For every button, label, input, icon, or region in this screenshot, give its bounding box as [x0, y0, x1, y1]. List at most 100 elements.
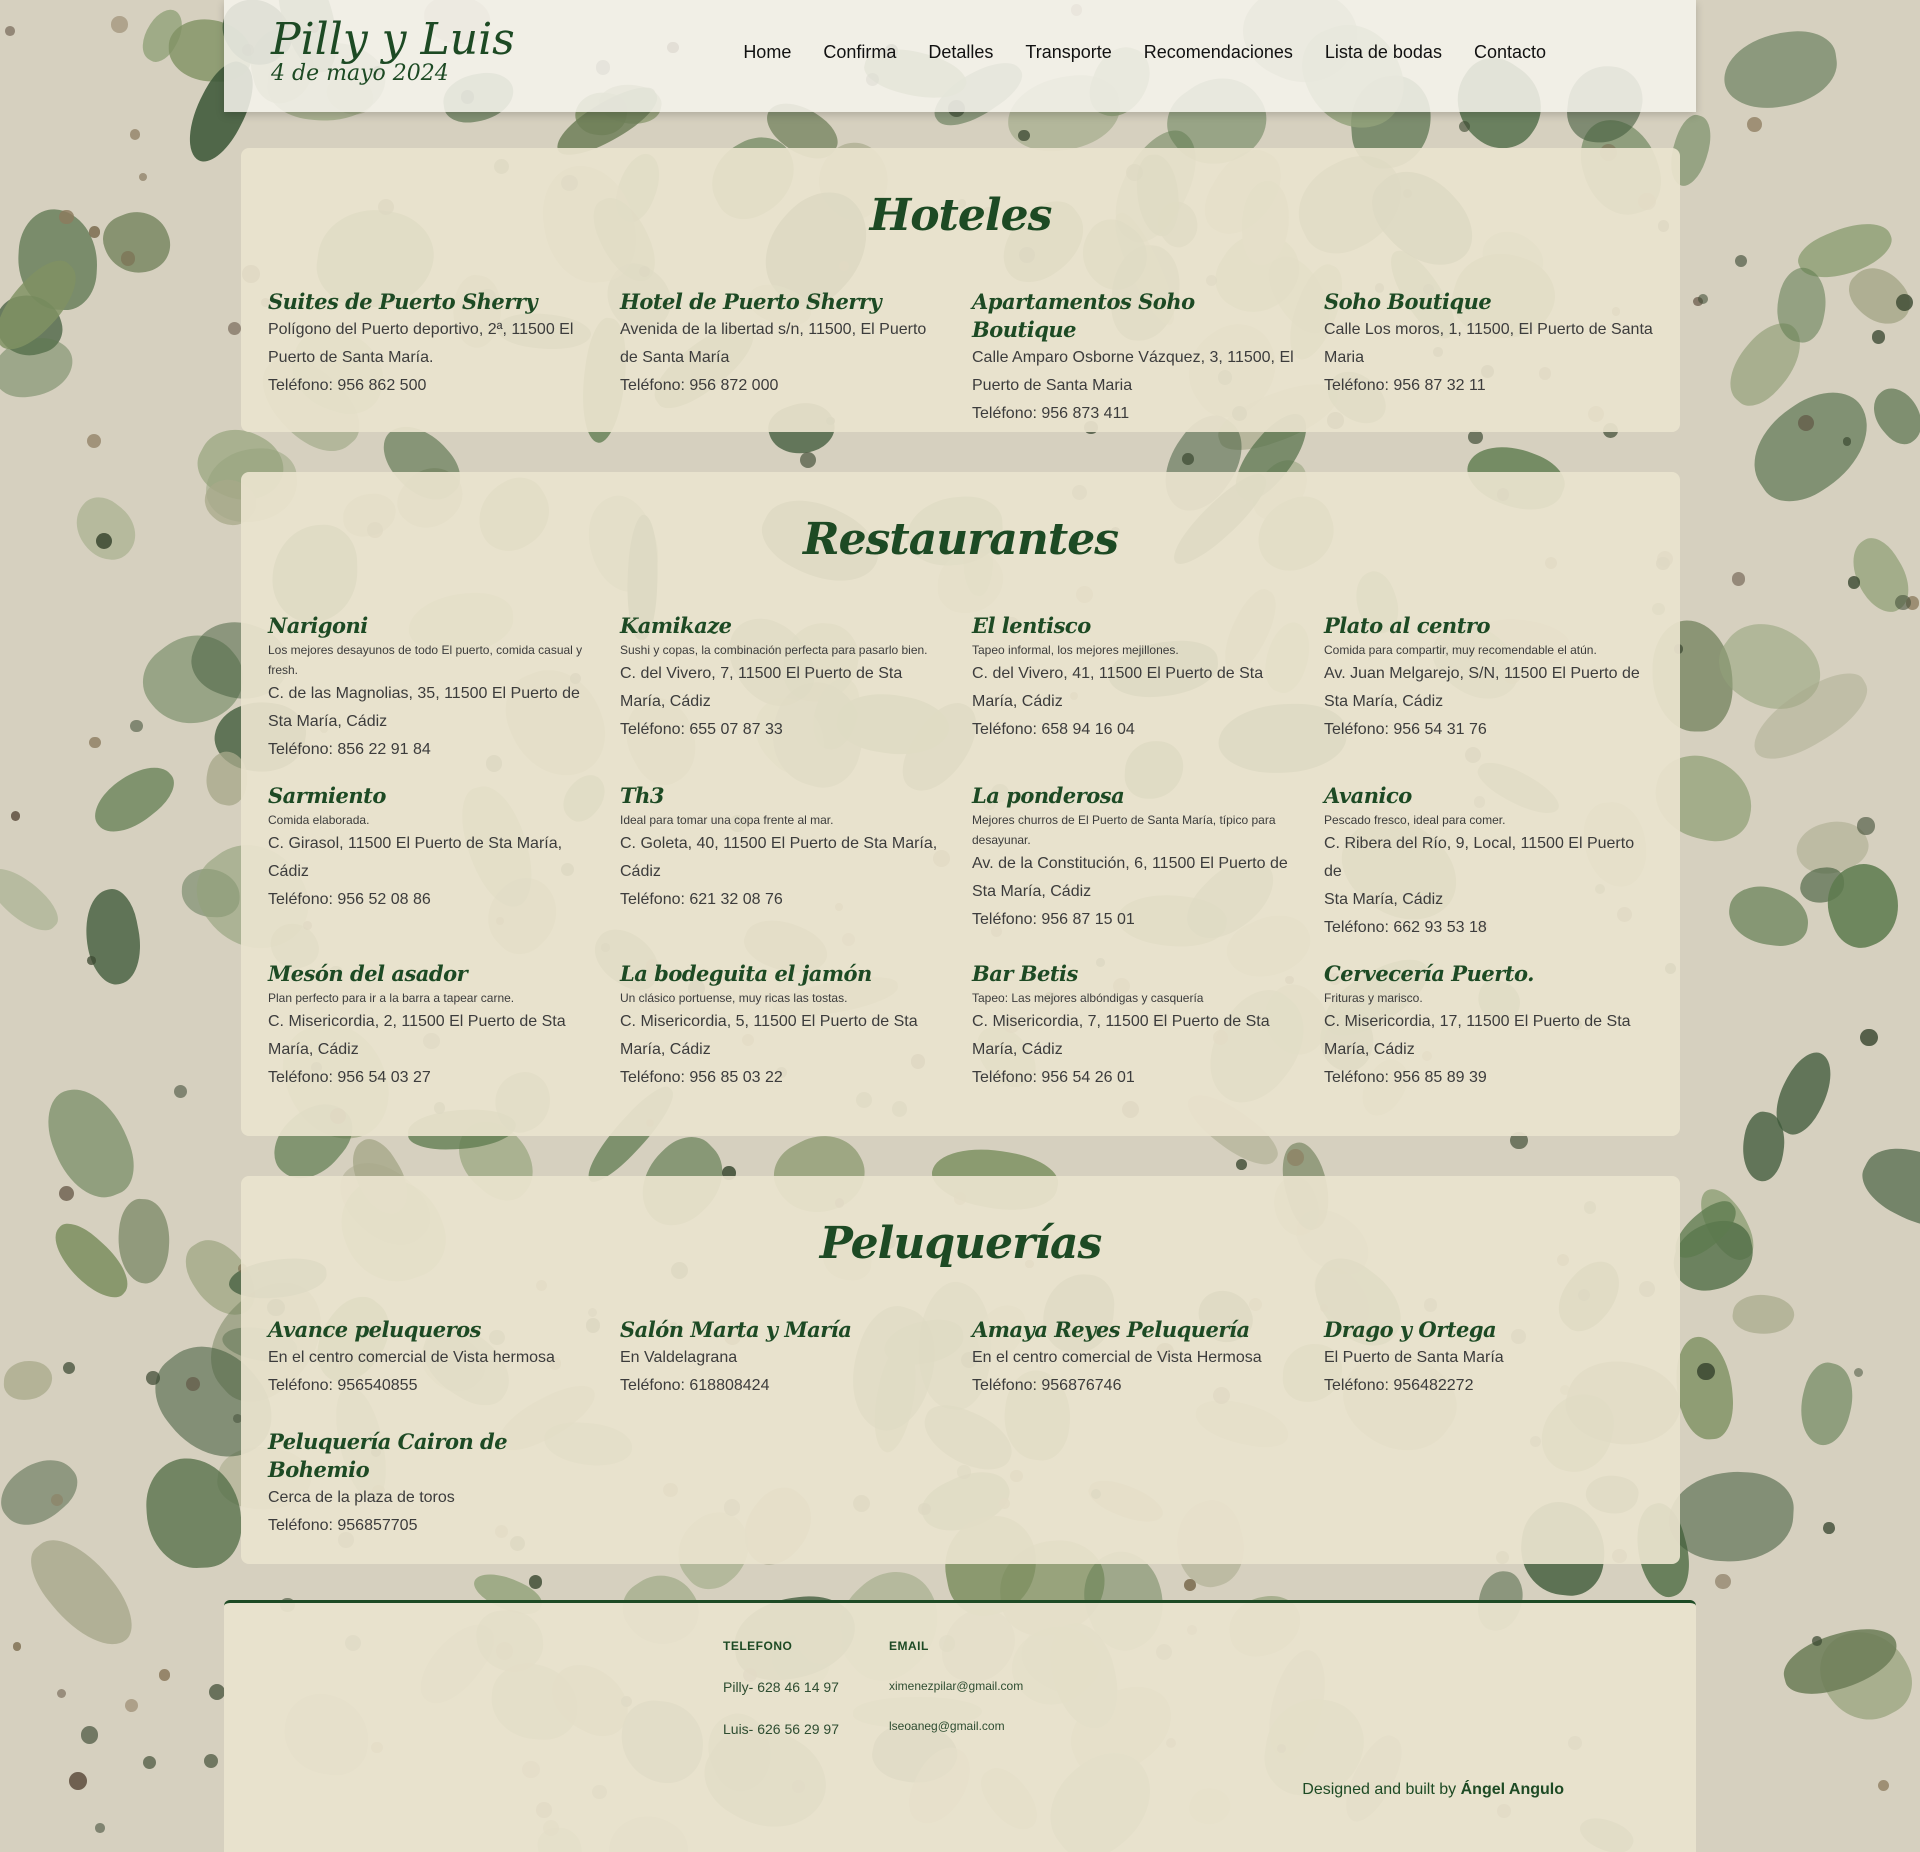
- nav-lista-de-bodas[interactable]: Lista de bodas: [1325, 42, 1442, 63]
- item-phone: Teléfono: 956 54 31 76: [1324, 721, 1487, 738]
- email-luis[interactable]: lseoaneg@gmail.com: [889, 1719, 1023, 1733]
- peluquerias-grid: Avance peluqueros En el centro comercial …: [268, 1316, 1660, 1540]
- footer-telefono: TELEFONO Pilly- 628 46 14 97 Luis- 626 5…: [723, 1639, 839, 1737]
- item-address: C. Ribera del Río, 9, Local, 11500 El Pu…: [1324, 835, 1635, 880]
- nav-detalles[interactable]: Detalles: [928, 42, 993, 63]
- telefono-label: TELEFONO: [723, 1639, 793, 1653]
- item-phone: Teléfono: 956 54 03 27: [268, 1069, 431, 1086]
- brand[interactable]: Pilly y Luis 4 de mayo 2024: [271, 14, 515, 86]
- item-phone: Teléfono: 956 872 000: [620, 377, 779, 394]
- item-description: Comida para compartir, muy recomendable …: [1324, 643, 1597, 657]
- list-item: Salón Marta y María En Valdelagrana Teléfo…: [620, 1316, 972, 1400]
- email-label: EMAIL: [889, 1639, 929, 1653]
- item-address: María, Cádiz: [268, 1041, 359, 1058]
- item-phone: Teléfono: 621 32 08 76: [620, 891, 783, 908]
- item-name: Mesón del asador: [268, 961, 468, 986]
- main-nav: Home Confirma Detalles Transporte Recome…: [743, 42, 1546, 63]
- list-item: Cervecería Puerto. Frituras y marisco. C. …: [1324, 960, 1676, 1092]
- restaurantes-section: Restaurantes Narigoni Los mejores desayun…: [241, 472, 1680, 1136]
- item-phone: Teléfono: 956 87 15 01: [972, 911, 1135, 928]
- phone-pilly[interactable]: Pilly- 628 46 14 97: [723, 1679, 839, 1695]
- item-address: Avenida de la libertad s/n, 11500, El Pu…: [620, 321, 927, 338]
- item-address: Puerto de Santa Maria: [972, 377, 1133, 394]
- list-item: Mesón del asador Plan perfecto para ir a …: [268, 960, 620, 1092]
- item-name: Cervecería Puerto.: [1324, 961, 1534, 986]
- item-name: Suites de Puerto Sherry: [268, 289, 538, 314]
- item-description: Sushi y copas, la combinación perfecta p…: [620, 643, 928, 657]
- list-item: Th3 Ideal para tomar una copa frente al m…: [620, 782, 972, 942]
- credit: Designed and built by Ángel Angulo: [1302, 1781, 1564, 1799]
- list-item: Narigoni Los mejores desayunos de todo El…: [268, 612, 620, 764]
- item-address: de Santa María: [620, 349, 730, 366]
- section-title: Peluquerías: [819, 1218, 1103, 1269]
- item-phone: Teléfono: 956 862 500: [268, 377, 427, 394]
- item-address: C. del Vivero, 7, 11500 El Puerto de Sta: [620, 665, 903, 682]
- item-description: Los mejores desayunos de todo El puerto,…: [268, 643, 583, 677]
- list-item: Amaya Reyes Peluquería En el centro comer…: [972, 1316, 1324, 1400]
- hoteles-section: Hoteles Suites de Puerto Sherry Polígono …: [241, 148, 1680, 432]
- item-description: Plan perfecto para ir a la barra a tapea…: [268, 991, 515, 1005]
- item-address: Cádiz: [620, 863, 661, 880]
- list-item: Hotel de Puerto Sherry Avenida de la libe…: [620, 288, 972, 428]
- item-address: Maria: [1324, 349, 1365, 366]
- item-address: Av. Juan Melgarejo, S/N, 11500 El Puerto…: [1324, 665, 1640, 682]
- item-phone: Teléfono: 662 93 53 18: [1324, 919, 1487, 936]
- email-pilar[interactable]: ximenezpilar@gmail.com: [889, 1679, 1023, 1693]
- item-name: Narigoni: [268, 613, 368, 638]
- credit-prefix: Designed and built by: [1302, 1781, 1457, 1798]
- item-name: La bodeguita el jamón: [620, 961, 872, 986]
- item-name: Plato al centro: [1324, 613, 1490, 638]
- item-name: Hotel de Puerto Sherry: [620, 289, 882, 314]
- item-description: Tapeo: Las mejores albóndigas y casquerí…: [972, 991, 1204, 1005]
- list-item: Drago y Ortega El Puerto de Santa María Te…: [1324, 1316, 1676, 1400]
- item-address: Puerto de Santa María.: [268, 349, 434, 366]
- item-phone: Teléfono: 956876746: [972, 1377, 1122, 1394]
- item-address: C. Goleta, 40, 11500 El Puerto de Sta Ma…: [620, 835, 938, 852]
- item-name: Apartamentos Soho Boutique: [972, 289, 1195, 342]
- item-address: C. Misericordia, 2, 11500 El Puerto de S…: [268, 1013, 566, 1030]
- item-address: Cerca de la plaza de toros: [268, 1489, 455, 1506]
- item-description: Tapeo informal, los mejores mejillones.: [972, 643, 1179, 657]
- item-address: Calle Amparo Osborne Vázquez, 3, 11500, …: [972, 349, 1294, 366]
- restaurantes-grid: Narigoni Los mejores desayunos de todo El…: [268, 612, 1660, 1092]
- item-phone: Teléfono: 956 87 32 11: [1324, 377, 1486, 394]
- item-description: Mejores churros de El Puerto de Santa Ma…: [972, 813, 1276, 847]
- nav-recomendaciones[interactable]: Recomendaciones: [1144, 42, 1293, 63]
- item-phone: Teléfono: 956 85 89 39: [1324, 1069, 1487, 1086]
- list-item: Kamikaze Sushi y copas, la combinación pe…: [620, 612, 972, 764]
- item-address: Sta María, Cádiz: [1324, 891, 1444, 908]
- item-address: María, Cádiz: [972, 1041, 1063, 1058]
- phone-luis[interactable]: Luis- 626 56 29 97: [723, 1721, 839, 1737]
- item-address: C. de las Magnolias, 35, 11500 El Puerto…: [268, 685, 580, 702]
- nav-contacto[interactable]: Contacto: [1474, 42, 1546, 63]
- list-item: Avance peluqueros En el centro comercial …: [268, 1316, 620, 1400]
- item-address: Calle Los moros, 1, 11500, El Puerto de …: [1324, 321, 1653, 338]
- item-phone: Teléfono: 956 54 26 01: [972, 1069, 1135, 1086]
- list-item: Peluquería Cairon de Bohemio Cerca de la …: [268, 1428, 620, 1540]
- list-item: Bar Betis Tapeo: Las mejores albóndigas y…: [972, 960, 1324, 1092]
- nav-home[interactable]: Home: [743, 42, 791, 63]
- credit-author-link[interactable]: Ángel Angulo: [1461, 1781, 1564, 1798]
- item-description: Frituras y marisco.: [1324, 991, 1423, 1005]
- item-phone: Teléfono: 658 94 16 04: [972, 721, 1135, 738]
- list-item: Apartamentos Soho Boutique Calle Amparo O…: [972, 288, 1324, 428]
- item-phone: Teléfono: 956 52 08 86: [268, 891, 431, 908]
- item-address: Sta María, Cádiz: [268, 713, 388, 730]
- item-address: C. Misericordia, 5, 11500 El Puerto de S…: [620, 1013, 918, 1030]
- nav-confirma[interactable]: Confirma: [823, 42, 896, 63]
- item-phone: Teléfono: 956 85 03 22: [620, 1069, 783, 1086]
- item-phone: Teléfono: 956482272: [1324, 1377, 1474, 1394]
- item-address: C. Misericordia, 17, 11500 El Puerto de …: [1324, 1013, 1631, 1030]
- nav-transporte[interactable]: Transporte: [1025, 42, 1111, 63]
- site-header: Pilly y Luis 4 de mayo 2024 Home Confirm…: [224, 0, 1696, 112]
- item-name: Avance peluqueros: [268, 1317, 481, 1342]
- item-address: C. Girasol, 11500 El Puerto de Sta María…: [268, 835, 563, 852]
- item-name: Peluquería Cairon de Bohemio: [268, 1429, 508, 1482]
- footer-email: EMAIL ximenezpilar@gmail.com lseoaneg@gm…: [889, 1639, 1023, 1733]
- item-name: Sarmiento: [268, 783, 386, 808]
- list-item: Avanico Pescado fresco, ideal para comer.…: [1324, 782, 1676, 942]
- item-phone: Teléfono: 655 07 87 33: [620, 721, 783, 738]
- item-phone: Teléfono: 956540855: [268, 1377, 418, 1394]
- item-name: Bar Betis: [972, 961, 1078, 986]
- item-address: En el centro comercial de Vista Hermosa: [972, 1349, 1262, 1366]
